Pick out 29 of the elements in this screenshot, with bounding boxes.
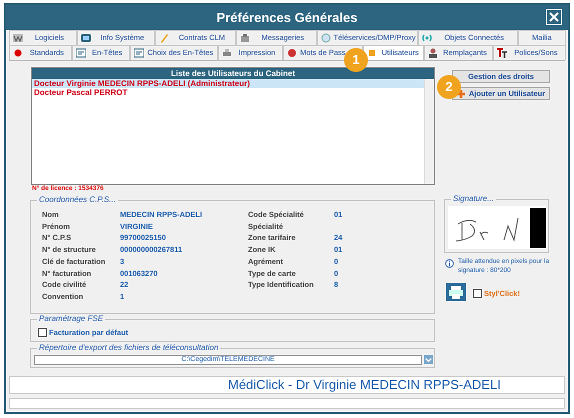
- signal-icon: [422, 33, 432, 43]
- checkbox[interactable]: [473, 289, 482, 298]
- plus-icon: [456, 90, 465, 98]
- list-header: Liste des Utilisateurs du Cabinet: [32, 68, 434, 79]
- group-legend: Répertoire d'export des fichiers de téléconsultation: [37, 343, 220, 353]
- status-bar: MédiClick - Dr Virginie MEDECIN RPPS-ADELI: [9, 376, 565, 394]
- group-legend: Coordonnées C.P.S...: [37, 195, 118, 205]
- info-icon: [445, 259, 454, 268]
- checkbox[interactable]: [38, 328, 47, 338]
- close-button[interactable]: [546, 9, 562, 25]
- square-icon: [367, 48, 378, 58]
- list-item[interactable]: Docteur Pascal PERROT: [32, 88, 424, 97]
- window-title: Préférences Générales: [216, 8, 358, 27]
- person-icon: [428, 48, 438, 58]
- monitor-icon: [80, 33, 91, 43]
- scrollbar[interactable]: [424, 79, 434, 184]
- printer-icon[interactable]: [446, 283, 466, 301]
- list-item[interactable]: Docteur Virginie MEDECIN RPPS-ADELI (Administrateur): [32, 79, 424, 88]
- letter-w-icon: [13, 33, 23, 43]
- pencil-icon: [158, 33, 169, 43]
- dot-icon: [13, 48, 23, 58]
- printer-icon: [222, 48, 232, 58]
- callout-tooltip: 2: [437, 75, 461, 99]
- document-icon: [76, 48, 86, 58]
- briefcase-icon: [240, 33, 250, 43]
- document-icon: [134, 48, 144, 58]
- font-icon: [496, 48, 507, 58]
- group-legend: Paramétrage FSE: [37, 314, 106, 324]
- group-legend: Signature...: [451, 194, 496, 204]
